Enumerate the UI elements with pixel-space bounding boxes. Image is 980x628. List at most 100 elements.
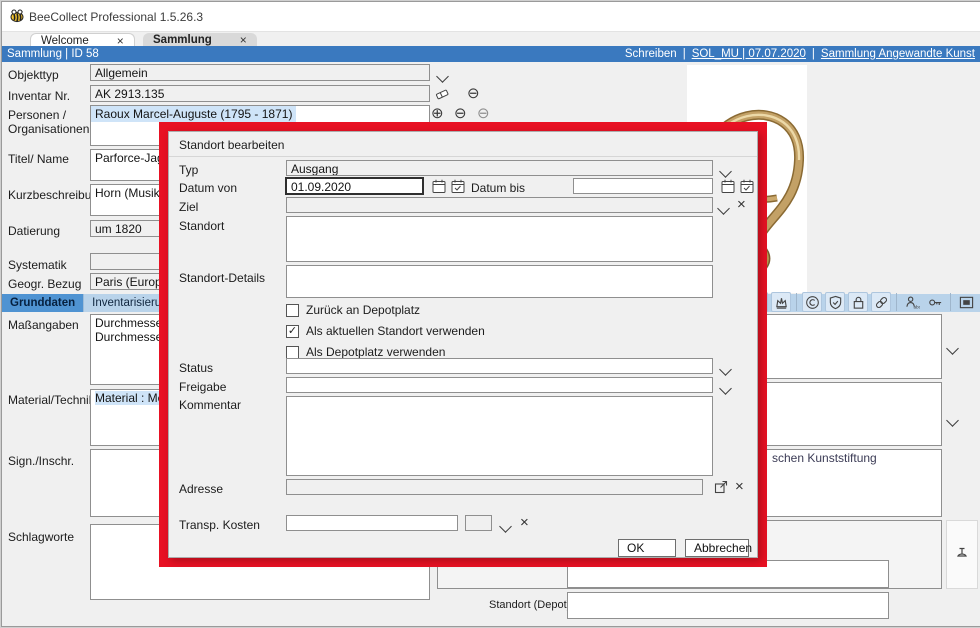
sign-label: Sign./Inschr. xyxy=(8,454,74,468)
personen-label-line1: Personen / xyxy=(8,108,66,122)
adresse-label: Adresse xyxy=(179,482,223,496)
checkbox-1-checked[interactable]: ✓ xyxy=(286,325,299,338)
checkbox-row-0: Zurück an Depotplatz xyxy=(286,303,485,317)
ziel-field[interactable] xyxy=(286,197,713,213)
checkbox-row-1: ✓ Als aktuellen Standort verwenden xyxy=(286,324,485,338)
titel-label: Titel/ Name xyxy=(8,152,69,166)
datum-von-label: Datum von xyxy=(179,181,237,195)
window-title: BeeCollect Professional 1.5.26.3 xyxy=(29,10,203,24)
datum-bis-label: Datum bis xyxy=(471,181,525,195)
status-dropdown-icon[interactable] xyxy=(721,361,730,379)
checkbox-2-unchecked[interactable] xyxy=(286,346,299,359)
collection-link[interactable]: Sammlung Angewandte Kunst xyxy=(821,48,975,60)
title-bar: BeeCollect Professional 1.5.26.3 xyxy=(2,2,980,32)
systematik-label: Systematik xyxy=(8,258,67,272)
crown-icon[interactable] xyxy=(771,292,791,312)
separator: | xyxy=(683,48,686,60)
window-icon[interactable] xyxy=(956,292,976,312)
standort-details-field[interactable] xyxy=(286,265,713,298)
tab-sammlung[interactable]: Sammlung × xyxy=(143,33,257,46)
typ-field[interactable]: Ausgang xyxy=(286,160,713,176)
datum-bis-field[interactable] xyxy=(573,178,713,194)
datum-bis-calendar-icon[interactable] xyxy=(720,178,736,199)
write-mode-label[interactable]: Schreiben xyxy=(625,48,677,60)
objekttyp-dropdown-icon[interactable] xyxy=(438,68,447,86)
app-window: BeeCollect Professional 1.5.26.3 Welcome… xyxy=(1,1,980,627)
record-header-bar: Sammlung | ID 58 Schreiben | SOL_MU | 07… xyxy=(2,46,980,62)
cancel-button[interactable]: Abbrechen xyxy=(685,539,749,557)
add-person-icon[interactable]: ⊕ xyxy=(431,106,444,121)
transp-kosten-dropdown-icon[interactable] xyxy=(501,518,510,536)
standort-bearbeiten-dialog: Standort bearbeiten Typ Ausgang Datum vo… xyxy=(168,131,758,558)
key-icon[interactable] xyxy=(925,292,945,312)
transp-kosten-label: Transp. Kosten xyxy=(179,518,260,532)
checkbox-label-0: Zurück an Depotplatz xyxy=(306,303,420,317)
inventar-field[interactable]: AK 2913.135 xyxy=(90,85,430,102)
tab-grunddaten[interactable]: Grunddaten xyxy=(2,294,84,312)
link-icon[interactable] xyxy=(871,292,891,312)
datum-von-calendar-icon[interactable] xyxy=(431,178,447,199)
massangaben-label: Maßangaben xyxy=(8,318,79,332)
material-label: Material/Technik xyxy=(8,393,95,407)
dialog-title: Standort bearbeiten xyxy=(179,138,284,152)
adresse-field[interactable] xyxy=(286,479,703,495)
personen-label-line2: Organisationen xyxy=(8,122,89,136)
ziel-dropdown-icon[interactable] xyxy=(719,200,728,218)
right-box-4-actions xyxy=(946,520,978,589)
inventar-label: Inventar Nr. xyxy=(8,89,70,103)
copyright-icon[interactable] xyxy=(802,292,822,312)
dialog-checkbox-group: Zurück an Depotplatz ✓ Als aktuellen Stand… xyxy=(286,303,485,366)
standort-details-label: Standort-Details xyxy=(179,271,265,285)
standort-label: Standort xyxy=(179,219,224,233)
ziel-clear-icon[interactable]: × xyxy=(737,198,746,212)
right-box-2-dropdown-icon[interactable] xyxy=(948,412,957,430)
shield-icon[interactable] xyxy=(825,292,845,312)
person-search-icon[interactable] xyxy=(902,292,922,312)
right-box-1-dropdown-icon[interactable] xyxy=(948,340,957,358)
ok-button[interactable]: OK xyxy=(618,539,676,557)
tab-welcome-label: Welcome xyxy=(41,35,89,47)
personen-selected-value[interactable]: Raoux Marcel-Auguste (1795 - 1871) xyxy=(91,106,296,122)
schlagworte-label: Schlagworte xyxy=(8,530,74,544)
tab-sammlung-close-icon[interactable]: × xyxy=(240,33,247,47)
eraser-icon[interactable] xyxy=(434,86,450,107)
geogr-bezug-label: Geogr. Bezug xyxy=(8,277,81,291)
status-label: Status xyxy=(179,361,213,375)
dialog-titlebar[interactable]: Standort bearbeiten xyxy=(169,132,757,157)
tab-welcome[interactable]: Welcome × xyxy=(30,33,135,47)
objekttyp-label: Objekttyp xyxy=(8,68,59,82)
datum-von-calendar-check-icon[interactable] xyxy=(450,178,466,199)
objekttyp-field[interactable]: Allgemein xyxy=(90,64,430,81)
checkbox-0-unchecked[interactable] xyxy=(286,304,299,317)
toolbar-separator xyxy=(950,293,951,311)
bee-logo-icon xyxy=(9,8,25,29)
ziel-label: Ziel xyxy=(179,200,198,214)
status-field[interactable] xyxy=(286,358,713,374)
standort-field[interactable] xyxy=(286,216,713,262)
transp-kosten-clear-icon[interactable]: × xyxy=(520,516,529,530)
checkbox-label-1: Als aktuellen Standort verwenden xyxy=(306,324,485,338)
transp-kosten-field[interactable] xyxy=(286,515,458,531)
checkbox-label-2: Als Depotplatz verwenden xyxy=(306,345,445,359)
remove-inventar-icon[interactable]: ⊖ xyxy=(467,86,480,101)
adresse-external-link-icon[interactable] xyxy=(713,479,729,500)
typ-label: Typ xyxy=(179,163,198,177)
freigabe-field[interactable] xyxy=(286,377,713,393)
separator: | xyxy=(812,48,815,60)
remove-person-icon[interactable]: ⊖ xyxy=(454,106,467,121)
datierung-label: Datierung xyxy=(8,224,60,238)
toolbar-separator xyxy=(796,293,797,311)
lock-icon[interactable] xyxy=(848,292,868,312)
standort-depot-field[interactable] xyxy=(567,592,889,619)
remove-all-persons-icon[interactable]: ⊖ xyxy=(477,106,490,121)
tab-sammlung-label: Sammlung xyxy=(153,34,212,46)
standort-depot-label: Standort (Depot) xyxy=(489,599,570,611)
kommentar-field[interactable] xyxy=(286,396,713,476)
datum-von-field[interactable]: 01.09.2020 xyxy=(286,178,423,194)
user-date-link[interactable]: SOL_MU | 07.07.2020 xyxy=(692,48,806,60)
freigabe-dropdown-icon[interactable] xyxy=(721,380,730,398)
transp-kosten-unit-field[interactable] xyxy=(465,515,492,531)
highlight-red-frame: Standort bearbeiten Typ Ausgang Datum vo… xyxy=(159,122,767,567)
pedestal-icon[interactable] xyxy=(954,544,970,565)
adresse-clear-icon[interactable]: × xyxy=(735,480,744,494)
